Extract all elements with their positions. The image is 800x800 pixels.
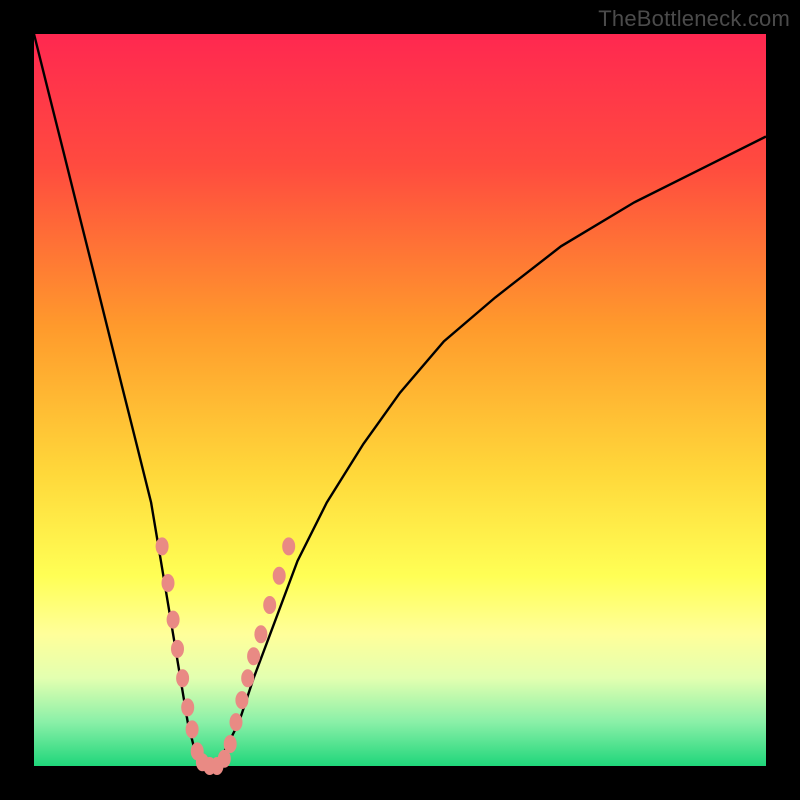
curve-marker <box>186 720 199 738</box>
watermark-text: TheBottleneck.com <box>598 6 790 32</box>
curve-marker <box>273 567 286 585</box>
curve-marker <box>162 574 175 592</box>
curve-marker <box>247 647 260 665</box>
curve-marker <box>282 537 295 555</box>
curve-marker <box>263 596 276 614</box>
curve-marker <box>156 537 169 555</box>
curve-marker <box>181 698 194 716</box>
chart-frame: TheBottleneck.com <box>0 0 800 800</box>
curve-marker <box>224 735 237 753</box>
chart-plot-area <box>34 34 766 766</box>
curve-marker <box>254 625 267 643</box>
curve-marker <box>230 713 243 731</box>
curve-marker <box>167 611 180 629</box>
curve-marker <box>171 640 184 658</box>
curve-marker <box>235 691 248 709</box>
curve-marker <box>176 669 189 687</box>
curve-marker <box>241 669 254 687</box>
curve-markers <box>156 537 296 775</box>
chart-svg <box>34 34 766 766</box>
bottleneck-curve-path <box>34 34 766 766</box>
